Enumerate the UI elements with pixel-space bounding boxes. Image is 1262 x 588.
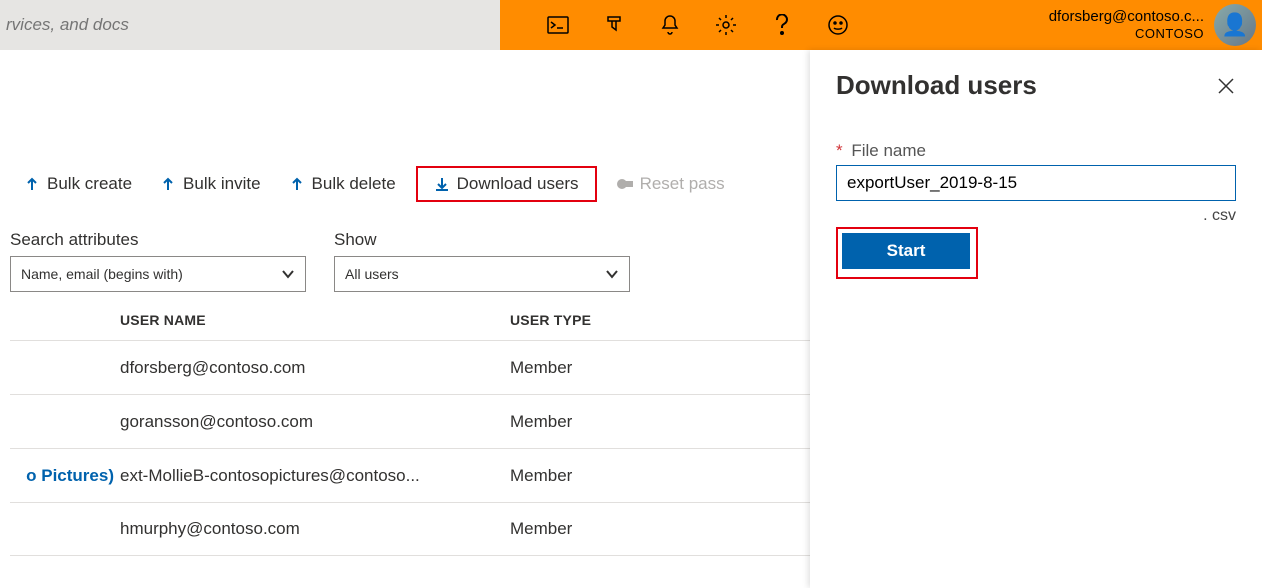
show-block: Show All users <box>334 230 630 292</box>
start-button-highlight: Start <box>836 227 978 279</box>
col-username[interactable]: USER NAME <box>120 312 510 328</box>
search-attributes-value: Name, email (begins with) <box>21 266 183 282</box>
chevron-down-icon <box>281 267 295 281</box>
download-users-label: Download users <box>457 174 579 194</box>
bulk-invite-button[interactable]: Bulk invite <box>146 170 274 198</box>
download-users-panel: Download users * File name . csv Start <box>810 50 1262 588</box>
row-usertype: Member <box>510 466 810 486</box>
col-usertype[interactable]: USER TYPE <box>510 312 810 328</box>
reset-password-button: Reset pass <box>603 170 739 198</box>
bulk-invite-label: Bulk invite <box>183 174 260 194</box>
account-email: dforsberg@contoso.c... <box>1049 8 1204 25</box>
table-row[interactable]: o Pictures)ext-MollieB-contosopictures@c… <box>10 448 810 502</box>
row-username: dforsberg@contoso.com <box>120 358 510 378</box>
help-icon[interactable] <box>754 0 810 50</box>
smile-icon[interactable] <box>810 0 866 50</box>
bulk-delete-button[interactable]: Bulk delete <box>275 170 410 198</box>
account-block[interactable]: dforsberg@contoso.c... CONTOSO 👤 <box>1035 0 1262 50</box>
panel-title: Download users <box>836 70 1037 101</box>
top-header: dforsberg@contoso.c... CONTOSO 👤 <box>0 0 1262 50</box>
bell-icon[interactable] <box>642 0 698 50</box>
row-username: ext-MollieB-contosopictures@contoso... <box>120 466 510 486</box>
search-input[interactable] <box>6 15 494 35</box>
show-select[interactable]: All users <box>334 256 630 292</box>
file-extension: . csv <box>836 207 1236 225</box>
users-table: USER NAME USER TYPE dforsberg@contoso.co… <box>10 304 810 556</box>
bulk-create-button[interactable]: Bulk create <box>10 170 146 198</box>
file-name-field: * File name <box>836 141 1236 201</box>
row-usertype: Member <box>510 358 810 378</box>
start-button[interactable]: Start <box>842 233 970 269</box>
bulk-delete-label: Bulk delete <box>312 174 396 194</box>
avatar[interactable]: 👤 <box>1214 4 1256 46</box>
reset-password-label: Reset pass <box>640 174 725 194</box>
table-row[interactable]: hmurphy@contoso.comMember <box>10 502 810 556</box>
table-row[interactable]: dforsberg@contoso.comMember <box>10 340 810 394</box>
global-search[interactable] <box>0 0 500 50</box>
cloud-shell-icon[interactable] <box>530 0 586 50</box>
file-name-input[interactable] <box>836 165 1236 201</box>
show-label: Show <box>334 230 630 250</box>
bulk-create-label: Bulk create <box>47 174 132 194</box>
required-star: * <box>836 141 843 160</box>
row-prefix: o Pictures) <box>10 466 120 486</box>
show-value: All users <box>345 266 399 282</box>
directory-filter-icon[interactable] <box>586 0 642 50</box>
table-row[interactable]: goransson@contoso.comMember <box>10 394 810 448</box>
header-icon-row <box>500 0 1035 50</box>
search-attributes-label: Search attributes <box>10 230 306 250</box>
chevron-down-icon <box>605 267 619 281</box>
gear-icon[interactable] <box>698 0 754 50</box>
account-org: CONTOSO <box>1049 25 1204 42</box>
row-username: hmurphy@contoso.com <box>120 519 510 539</box>
account-text: dforsberg@contoso.c... CONTOSO <box>1049 8 1204 42</box>
row-usertype: Member <box>510 519 810 539</box>
search-attributes-select[interactable]: Name, email (begins with) <box>10 256 306 292</box>
search-attributes-block: Search attributes Name, email (begins wi… <box>10 230 306 292</box>
table-body: dforsberg@contoso.comMembergoransson@con… <box>10 340 810 556</box>
close-icon[interactable] <box>1216 76 1236 96</box>
download-users-button[interactable]: Download users <box>416 166 597 202</box>
row-usertype: Member <box>510 412 810 432</box>
row-username: goransson@contoso.com <box>120 412 510 432</box>
file-name-label: File name <box>851 141 926 160</box>
table-header: USER NAME USER TYPE <box>10 304 810 340</box>
